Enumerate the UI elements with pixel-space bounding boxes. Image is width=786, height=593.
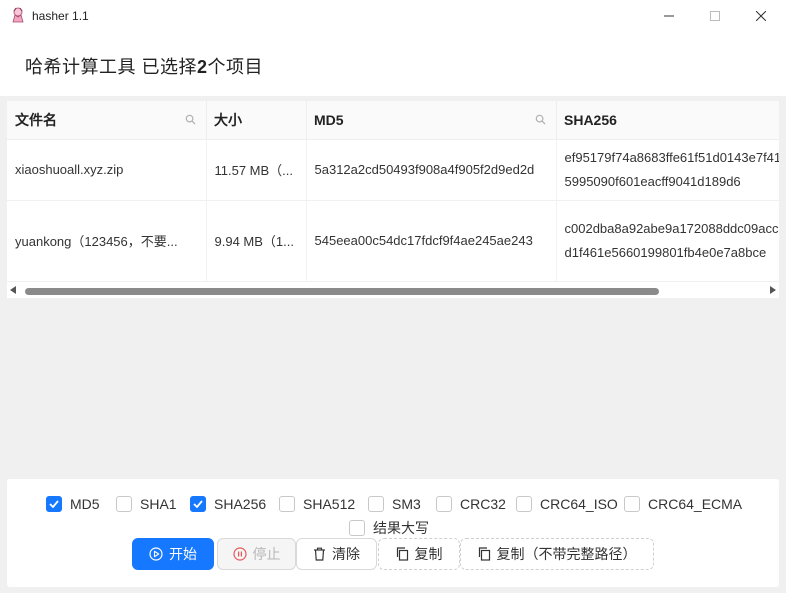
checkbox-sha256[interactable]: SHA256	[190, 496, 266, 512]
close-button[interactable]	[738, 0, 784, 32]
checkbox-label: MD5	[70, 496, 100, 512]
cell-md5: 5a312a2cd50493f908a4f905f2d9ed2d	[305, 139, 556, 201]
checkbox-crc64-iso[interactable]: CRC64_ISO	[516, 496, 618, 512]
checkbox-box[interactable]	[368, 496, 384, 512]
start-button[interactable]: 开始	[132, 538, 214, 570]
search-icon[interactable]	[185, 114, 196, 125]
checkbox-label: SHA512	[303, 496, 356, 512]
cell-sha256: c002dba8a92abe9a172088ddc09acc99d1f461e5…	[555, 200, 779, 282]
results-table: 文件名 大小 MD5 SHA256 xiaoshuoall.xyz.zip 11…	[7, 101, 779, 298]
copy-without-path-button[interactable]: 复制（不带完整路径）	[460, 538, 654, 570]
checkbox-box[interactable]	[116, 496, 132, 512]
checkbox-box[interactable]	[516, 496, 532, 512]
column-header-sha256[interactable]: SHA256	[556, 101, 779, 140]
scroll-right-arrow-icon[interactable]	[770, 286, 776, 294]
column-header-md5[interactable]: MD5	[306, 101, 556, 140]
checkbox-box[interactable]	[624, 496, 640, 512]
title-prefix: 哈希计算工具 已选择	[25, 57, 198, 77]
cell-filename: yuankong（123456，不要...	[7, 200, 206, 282]
checkbox-sm3[interactable]: SM3	[368, 496, 421, 512]
column-header-size[interactable]: 大小	[206, 101, 306, 140]
copy-button[interactable]: 复制	[378, 538, 460, 570]
checkbox-uppercase[interactable]: 结果大写	[349, 518, 429, 538]
checkbox-label: SHA1	[140, 496, 177, 512]
minimize-icon	[664, 15, 674, 17]
selected-count: 2	[197, 57, 208, 77]
checkbox-md5[interactable]: MD5	[46, 496, 100, 512]
check-icon	[193, 500, 203, 508]
search-icon[interactable]	[535, 114, 546, 125]
title-suffix: 个项目	[207, 57, 264, 77]
algorithm-checkbox-row: MD5 SHA1 SHA256 SHA512 SM3 CRC32 CRC64_I…	[7, 496, 779, 514]
table-row[interactable]: yuankong（123456，不要... 9.94 MB（1... 545ee…	[7, 200, 779, 282]
scrollbar-thumb[interactable]	[25, 288, 659, 295]
cell-filename: xiaoshuoall.xyz.zip	[7, 139, 206, 201]
table-row[interactable]: xiaoshuoall.xyz.zip 11.57 MB（... 5a312a2…	[7, 139, 779, 201]
clear-button[interactable]: 清除	[296, 538, 377, 570]
pause-circle-icon	[232, 547, 247, 561]
checkbox-label: SHA256	[214, 496, 267, 512]
scroll-left-arrow-icon[interactable]	[10, 286, 16, 294]
stop-button[interactable]: 停止	[217, 538, 296, 570]
horizontal-scrollbar[interactable]	[7, 283, 779, 298]
app-icon	[12, 7, 24, 23]
minimize-button[interactable]	[646, 0, 692, 32]
copy-icon	[478, 547, 490, 561]
checkbox-label: CRC64_ISO	[540, 496, 618, 512]
checkbox-box[interactable]	[279, 496, 295, 512]
checkbox-label: CRC32	[460, 496, 506, 512]
checkbox-box[interactable]	[190, 496, 206, 512]
column-label: MD5	[314, 111, 344, 128]
page-title: 哈希计算工具 已选择2个项目	[25, 53, 263, 79]
column-label: 大小	[214, 111, 242, 128]
copy-without-path-button-label: 复制（不带完整路径）	[496, 546, 637, 562]
title-bar: hasher 1.1	[0, 0, 786, 32]
checkbox-crc64-ecma[interactable]: CRC64_ECMA	[624, 496, 742, 512]
play-circle-icon	[149, 547, 163, 561]
table-header-row: 文件名 大小 MD5 SHA256	[7, 101, 779, 140]
cell-md5: 545eea00c54dc17fdcf9f4ae245ae243	[305, 200, 556, 282]
close-icon	[756, 11, 766, 21]
trash-icon	[314, 547, 325, 561]
page-header: 哈希计算工具 已选择2个项目	[0, 32, 786, 96]
maximize-icon	[710, 11, 720, 21]
check-icon	[49, 500, 59, 508]
checkbox-sha512[interactable]: SHA512	[279, 496, 355, 512]
checkbox-box[interactable]	[349, 520, 365, 536]
clear-button-label: 清除	[332, 546, 360, 562]
checkbox-sha1[interactable]: SHA1	[116, 496, 177, 512]
cell-sha256: ef95179f74a8683ffe61f51d0143e7f419059950…	[555, 139, 779, 201]
checkbox-crc32[interactable]: CRC32	[436, 496, 506, 512]
checkbox-label: 结果大写	[373, 520, 429, 536]
maximize-button[interactable]	[692, 0, 738, 32]
column-label: SHA256	[564, 111, 617, 128]
copy-icon	[396, 547, 408, 561]
checkbox-box[interactable]	[46, 496, 62, 512]
start-button-label: 开始	[169, 546, 197, 562]
window-title: hasher 1.1	[32, 9, 89, 23]
column-label: 文件名	[15, 111, 57, 128]
controls-panel: MD5 SHA1 SHA256 SHA512 SM3 CRC32 CRC64_I…	[7, 479, 779, 587]
cell-size: 11.57 MB（...	[205, 139, 306, 201]
stop-button-label: 停止	[252, 546, 281, 562]
cell-size: 9.94 MB（1...	[205, 200, 306, 282]
checkbox-box[interactable]	[436, 496, 452, 512]
checkbox-label: SM3	[392, 496, 421, 512]
column-header-filename[interactable]: 文件名	[7, 101, 206, 140]
checkbox-label: CRC64_ECMA	[648, 496, 743, 512]
copy-button-label: 复制	[414, 546, 443, 562]
